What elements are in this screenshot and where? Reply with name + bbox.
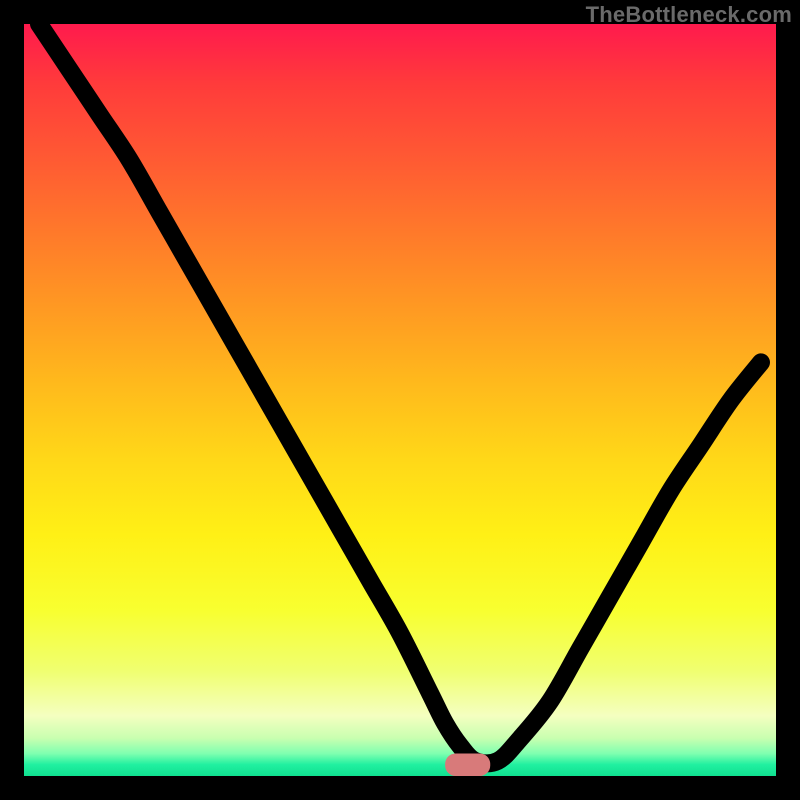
chart-frame: TheBottleneck.com [0,0,800,800]
chart-svg [24,24,776,776]
optimal-marker [445,753,490,776]
bottleneck-curve [39,24,761,763]
plot-area [24,24,776,776]
